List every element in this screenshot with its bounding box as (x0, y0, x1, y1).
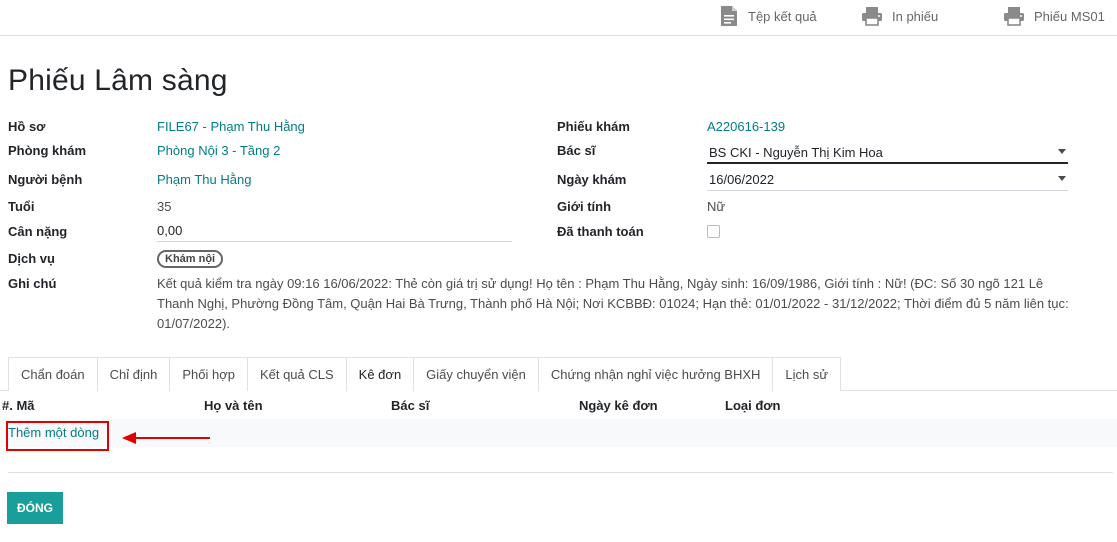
bac-si-select[interactable]: BS CKI - Nguyễn Thị Kim Hoa (707, 142, 1068, 164)
col-header-ma[interactable]: #. Mã (2, 398, 35, 413)
chevron-down-icon (1058, 149, 1066, 154)
ngay-kham-input[interactable]: 16/06/2022 (707, 169, 1068, 191)
close-button[interactable]: ĐÓNG (7, 492, 63, 524)
col-header-ngay-ke-don[interactable]: Ngày kê đơn (579, 398, 658, 413)
arrow-left-icon (122, 432, 210, 444)
highlight-box (6, 421, 109, 451)
col-header-bac-si[interactable]: Bác sĩ (391, 398, 429, 413)
col-header-loai-don[interactable]: Loại đơn (725, 398, 780, 413)
tab-chi-dinh[interactable]: Chỉ định (96, 357, 171, 391)
ho-so-link[interactable]: FILE67 - Phạm Thu Hằng (157, 119, 305, 134)
ngay-kham-value: 16/06/2022 (709, 172, 775, 187)
tab-chan-doan[interactable]: Chẩn đoán (8, 357, 98, 391)
ho-so-label: Hồ sơ (8, 119, 46, 134)
tab-ket-qua-cls[interactable]: Kết quả CLS (246, 357, 347, 391)
bac-si-label: Bác sĩ (557, 143, 596, 158)
can-nang-label: Cân nặng (8, 224, 68, 239)
can-nang-input[interactable]: 0,00 (157, 220, 512, 242)
da-thanh-toan-label: Đã thanh toán (557, 224, 644, 239)
dich-vu-label: Dịch vụ (8, 251, 55, 266)
print-button[interactable]: In phiếu (861, 4, 938, 28)
gioi-tinh-label: Giới tính (557, 199, 612, 214)
tab-lich-su[interactable]: Lịch sử (772, 357, 842, 391)
print-ms01-label: Phiếu MS01 (1034, 8, 1105, 24)
ghi-chu-label: Ghi chú (8, 276, 57, 291)
tab-ke-don[interactable]: Kê đơn (345, 357, 415, 391)
gioi-tinh-value: Nữ (707, 199, 726, 214)
bac-si-value: BS CKI - Nguyễn Thị Kim Hoa (709, 145, 883, 160)
page-title: Phiếu Lâm sàng (8, 64, 228, 97)
phong-kham-label: Phòng khám (8, 143, 87, 158)
can-nang-value: 0,00 (157, 223, 183, 238)
nguoi-benh-link[interactable]: Phạm Thu Hằng (157, 172, 251, 187)
tuoi-value: 35 (157, 199, 172, 214)
col-header-ho-ten[interactable]: Họ và tên (204, 398, 263, 413)
result-file-button[interactable]: Tệp kết quả (719, 4, 817, 28)
result-file-label: Tệp kết quả (748, 8, 817, 24)
printer-icon (862, 7, 882, 26)
tab-chung-nhan-nghi-viec[interactable]: Chứng nhận nghỉ việc hưởng BHXH (537, 357, 774, 391)
print-label: In phiếu (892, 8, 939, 24)
divider (8, 472, 1113, 473)
da-thanh-toan-checkbox[interactable] (707, 225, 720, 238)
tab-giay-chuyen-vien[interactable]: Giấy chuyển viện (413, 357, 539, 391)
phieu-kham-link[interactable]: A220616-139 (707, 119, 785, 134)
tab-bar: Chẩn đoán Chỉ định Phối hợp Kết quả CLS … (8, 357, 842, 391)
dich-vu-badge: Khám nội (157, 250, 224, 268)
phong-kham-link[interactable]: Phòng Nội 3 - Tầng 2 (157, 143, 280, 158)
printer-icon (1004, 7, 1024, 26)
ngay-kham-label: Ngày khám (557, 172, 627, 187)
chevron-down-icon (1058, 176, 1066, 181)
nguoi-benh-label: Người bệnh (8, 172, 83, 187)
print-ms01-button[interactable]: Phiếu MS01 (1003, 4, 1105, 28)
ghi-chu-value: Kết quả kiểm tra ngày 09:16 16/06/2022: … (157, 276, 1069, 331)
phieu-kham-label: Phiếu khám (557, 119, 630, 134)
top-toolbar: Tệp kết quả In phiếu Phiếu MS01 (0, 0, 1117, 36)
active-tab-indicator (346, 389, 414, 392)
tuoi-label: Tuổi (8, 199, 35, 214)
tab-phoi-hop[interactable]: Phối hợp (169, 357, 248, 391)
file-icon (721, 6, 737, 26)
